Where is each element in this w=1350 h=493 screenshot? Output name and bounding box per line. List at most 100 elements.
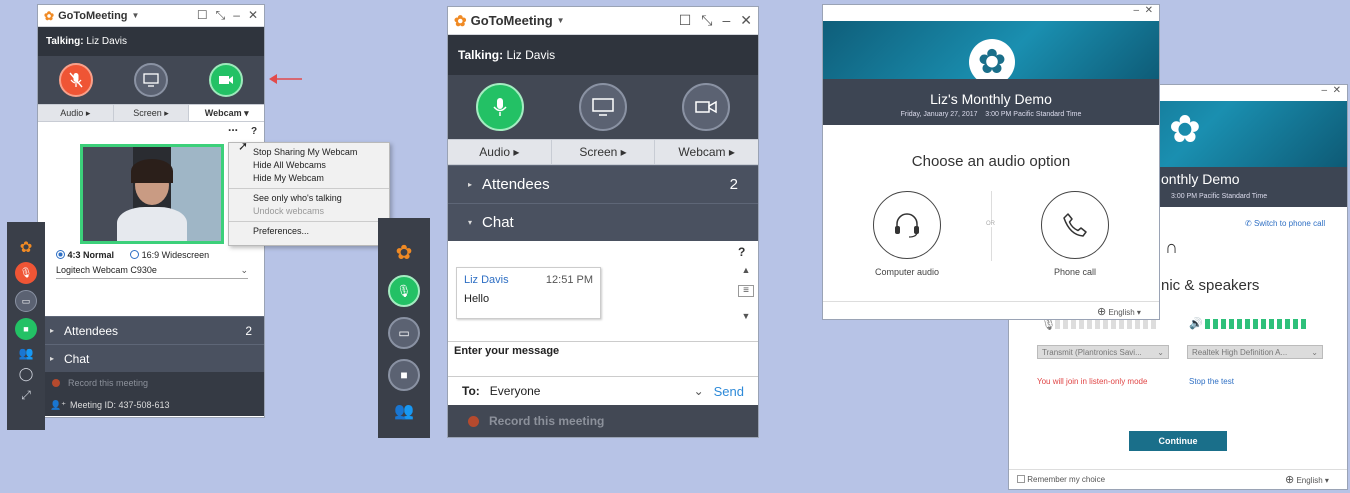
screen-share-button[interactable]: [578, 83, 627, 131]
mic-icon: [493, 98, 507, 116]
help-icon[interactable]: ?: [738, 245, 745, 259]
collapse-icon[interactable]: ⤡: [216, 8, 226, 23]
menu-item-hide-all[interactable]: Hide All Webcams: [229, 159, 389, 172]
mic-button[interactable]: [475, 83, 524, 131]
cursor-icon: ➚: [238, 139, 249, 153]
recipient-select[interactable]: Everyone ⌄: [490, 384, 704, 398]
microphone-select[interactable]: Transmit (Plantronics Savi... ⌄: [1037, 345, 1169, 359]
tab-webcam[interactable]: Webcam ▸: [655, 140, 758, 164]
ratio-normal-radio[interactable]: 4:3 Normal: [56, 250, 114, 260]
webcam-button[interactable]: ■: [15, 318, 37, 340]
meeting-id-row: 👤⁺ Meeting ID: 437-508-613: [38, 394, 264, 416]
mic-muted-button[interactable]: 🎙: [15, 262, 37, 284]
screen-share-button[interactable]: ▭: [15, 290, 37, 312]
collapsed-toolbar: ✿ 🎙 ▭ ■ 👥 ◯ ⤢: [7, 222, 45, 430]
chevron-down-icon: ⌄: [1311, 347, 1318, 357]
stop-test-link[interactable]: Stop the test: [1189, 377, 1234, 386]
gotomeeting-logo-icon: ✿: [454, 12, 467, 30]
screen-share-button[interactable]: ▭: [388, 317, 420, 349]
expand-icon[interactable]: ⤢: [21, 388, 31, 403]
minimize-icon[interactable]: –: [1133, 5, 1139, 16]
menu-divider: [229, 220, 389, 222]
remember-checkbox[interactable]: Remember my choice: [1017, 475, 1105, 484]
headset-icon: [895, 213, 919, 238]
scroll-thumb-icon[interactable]: ≡: [738, 285, 754, 297]
more-options-icon[interactable]: ...: [228, 120, 238, 134]
computer-audio-label: Computer audio: [874, 267, 940, 277]
close-icon[interactable]: ✕: [1333, 85, 1341, 96]
computer-audio-option[interactable]: [873, 191, 941, 259]
message-input[interactable]: Enter your message: [448, 341, 758, 377]
message-text: Hello: [464, 293, 490, 305]
close-icon[interactable]: ✕: [1145, 5, 1153, 16]
chat-messages: ? Liz Davis 12:51 PM Hello ▲ ≡ ▼: [448, 241, 758, 341]
meeting-title: onthly Demo: [1161, 171, 1240, 187]
help-icon[interactable]: ?: [251, 126, 257, 137]
tab-webcam[interactable]: Webcam ▾: [189, 105, 264, 121]
attendees-icon[interactable]: 👥: [19, 346, 34, 360]
header-banner: ✿ Liz's Monthly Demo Friday, January 27,…: [823, 21, 1159, 125]
minimize-icon[interactable]: –: [1321, 85, 1327, 96]
chat-section[interactable]: ▸ Chat: [38, 344, 264, 372]
chevron-down-icon: ⌄: [240, 265, 248, 275]
webcam-button[interactable]: [682, 83, 731, 131]
close-icon[interactable]: ✕: [248, 8, 258, 23]
switch-phone-link[interactable]: ✆ Switch to phone call: [1245, 219, 1325, 228]
webcam-button[interactable]: ■: [388, 359, 420, 391]
menu-item-preferences[interactable]: Preferences...: [229, 225, 389, 238]
recipient-row: To: Everyone ⌄ Send: [448, 377, 758, 405]
ratio-wide-radio[interactable]: 16:9 Widescreen: [130, 250, 209, 260]
audio-options: Choose an audio option Computer audio OR…: [823, 125, 1159, 319]
talking-name: Liz Davis: [506, 48, 556, 62]
restore-icon[interactable]: ☐: [197, 8, 208, 23]
tab-screen[interactable]: Screen ▸: [114, 105, 190, 121]
language-select[interactable]: ⊕ English ▾: [1097, 305, 1141, 318]
chat-icon[interactable]: ◯: [19, 366, 34, 382]
scroll-down-icon[interactable]: ▼: [738, 311, 754, 321]
close-icon[interactable]: ✕: [740, 12, 752, 29]
continue-button[interactable]: Continue: [1129, 431, 1227, 451]
title-bar: ✿ GoToMeeting ▼ ☐ ⤡ – ✕: [448, 7, 758, 35]
or-label: OR: [986, 221, 995, 227]
send-button[interactable]: Send: [714, 384, 744, 399]
mic-muted-button[interactable]: [58, 63, 93, 97]
menu-item-stop-sharing[interactable]: Stop Sharing My Webcam: [229, 143, 389, 159]
record-row[interactable]: Record this meeting: [448, 405, 758, 437]
webcam-device-select[interactable]: Logitech Webcam C930e ⌄: [56, 265, 248, 279]
menu-item-hide-mine[interactable]: Hide My Webcam: [229, 172, 389, 185]
menu-item-undock: Undock webcams: [253, 206, 325, 216]
phone-call-label: Phone call: [1053, 267, 1097, 277]
brand-name: GoToMeeting: [470, 13, 553, 28]
chevron-down-icon[interactable]: ▼: [557, 16, 565, 25]
speaker-select[interactable]: Realtek High Definition A... ⌄: [1187, 345, 1323, 359]
title-bar: ✿ GoToMeeting ▼ ☐ ⤡ – ✕: [38, 5, 264, 27]
tab-audio[interactable]: Audio ▸: [38, 105, 114, 121]
attendees-section[interactable]: ▸ Attendees 2: [448, 165, 758, 203]
screen-share-button[interactable]: [133, 63, 168, 97]
meeting-title: Liz's Monthly Demo: [930, 91, 1052, 107]
monitor-icon: [592, 98, 614, 116]
attendees-icon[interactable]: 👥: [394, 401, 414, 421]
minimize-icon[interactable]: –: [722, 12, 730, 29]
menu-item-see-talking[interactable]: See only who's talking: [229, 192, 389, 205]
add-user-icon: 👤⁺: [50, 399, 66, 410]
minimize-icon[interactable]: –: [233, 8, 240, 23]
phone-call-option[interactable]: [1041, 191, 1109, 259]
language-select[interactable]: ⊕ English ▾: [1285, 473, 1329, 486]
collapse-icon[interactable]: ⤡: [701, 12, 712, 29]
restore-icon[interactable]: ☐: [679, 12, 692, 29]
chevron-down-icon[interactable]: ▼: [132, 11, 140, 20]
chat-section[interactable]: ▾ Chat: [448, 203, 758, 241]
webcam-button[interactable]: [209, 63, 244, 97]
chat-message: Liz Davis 12:51 PM Hello: [456, 267, 601, 319]
chat-scrollbar[interactable]: ▲ ≡ ▼: [738, 265, 754, 337]
record-row[interactable]: Record this meeting: [38, 372, 264, 394]
gotomeeting-logo-icon: ✿: [19, 239, 33, 256]
tab-screen[interactable]: Screen ▸: [552, 140, 656, 164]
attendees-section[interactable]: ▸ Attendees 2: [38, 316, 264, 344]
meeting-time: 3:00 PM Pacific Standard Time: [985, 111, 1082, 118]
chevron-down-icon: ⌄: [693, 384, 704, 398]
mic-button[interactable]: 🎙: [388, 275, 420, 307]
tab-audio[interactable]: Audio ▸: [448, 140, 552, 164]
scroll-up-icon[interactable]: ▲: [738, 265, 754, 275]
